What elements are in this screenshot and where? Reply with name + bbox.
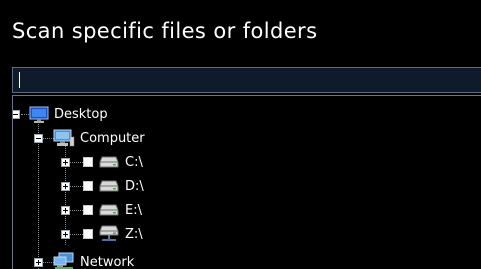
expand-toggle[interactable] (34, 258, 43, 267)
expand-toggle[interactable] (61, 182, 70, 191)
expand-toggle[interactable] (61, 158, 70, 167)
collapse-toggle[interactable] (34, 134, 43, 143)
drive-checkbox[interactable] (83, 229, 93, 239)
network-icon (53, 252, 75, 269)
expand-toggle[interactable] (61, 206, 70, 215)
hard-drive-icon (99, 202, 119, 221)
desktop-icon (29, 106, 49, 128)
tree-item-label: Network (80, 255, 135, 269)
collapse-toggle[interactable] (13, 110, 20, 119)
folder-tree[interactable]: Desktop Computer C:\ D:\ E:\ Z:\ Network (12, 95, 481, 269)
tree-item-label: Z:\ (125, 227, 143, 242)
tree-item-label: C:\ (125, 155, 143, 170)
expand-toggle[interactable] (61, 230, 70, 239)
drive-checkbox[interactable] (83, 181, 93, 191)
computer-icon (53, 129, 75, 151)
tree-connector (38, 121, 39, 269)
hard-drive-icon (99, 178, 119, 197)
text-caret (19, 72, 20, 88)
tree-item-label: Computer (80, 131, 145, 146)
tree-item-label: D:\ (125, 179, 144, 194)
page-title: Scan specific files or folders (12, 19, 318, 43)
drive-checkbox[interactable] (83, 157, 93, 167)
tree-item-label: Desktop (54, 107, 108, 122)
path-input[interactable] (12, 67, 481, 93)
drive-checkbox[interactable] (83, 205, 93, 215)
tree-item-label: E:\ (125, 203, 142, 218)
hard-drive-icon (99, 154, 119, 173)
network-drive-icon (99, 224, 119, 246)
